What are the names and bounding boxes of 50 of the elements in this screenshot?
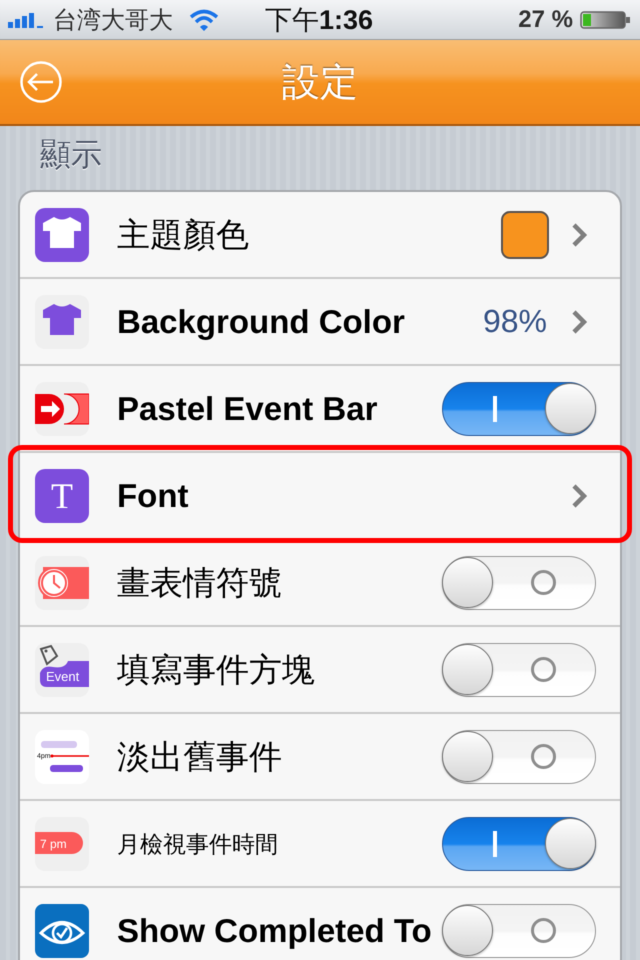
row-value: 98% (482, 303, 547, 340)
clock-time: 下午1:36 (264, 4, 374, 36)
row-label: 主題顏色 (117, 218, 250, 250)
toggle-switch[interactable] (442, 816, 596, 870)
toggle-switch[interactable] (442, 556, 596, 610)
t-shirt-icon (35, 294, 89, 348)
bar-icon (492, 830, 496, 856)
settings-row[interactable]: Show Completed To (20, 886, 620, 960)
settings-row[interactable]: 畫表情符號 (20, 538, 620, 625)
ring-icon (531, 918, 556, 943)
time-pill-icon: 7 pm (35, 816, 89, 870)
ring-icon (531, 657, 556, 682)
toggle-switch[interactable] (442, 642, 596, 696)
ring-icon (531, 744, 556, 769)
bar-icon (492, 396, 496, 422)
settings-row[interactable]: Background Color 98% (20, 277, 620, 364)
battery-icon (580, 10, 630, 28)
row-label: 填寫事件方塊 (117, 654, 316, 686)
row-label: Show Completed To (117, 914, 433, 946)
row-label: 淡出舊事件 (117, 740, 283, 772)
event-tag-icon: Event (35, 642, 89, 696)
settings-row[interactable]: Pastel Event Bar (20, 364, 620, 451)
row-label: Font (117, 480, 190, 512)
row-label: 畫表情符號 (117, 566, 283, 598)
row-label: 月檢視事件時間 (117, 830, 279, 856)
settings-row[interactable]: 7 pm 月檢視事件時間 (20, 799, 620, 886)
toggle-switch[interactable] (442, 382, 596, 436)
t-shirt-icon (35, 208, 89, 262)
eye-check-icon (35, 904, 89, 958)
arrow-block-icon (35, 382, 89, 436)
nav-title: 設定 (282, 60, 358, 106)
section-header: 顯示 (40, 137, 102, 172)
row-label: Background Color (117, 306, 406, 338)
carrier-name: 台湾大哥大 (53, 6, 173, 36)
settings-row[interactable]: 主題顏色 (20, 192, 620, 277)
chevron-icon (571, 482, 587, 508)
clock-icon (35, 556, 89, 610)
settings-row[interactable]: Event 填寫事件方塊 (20, 625, 620, 712)
wifi-icon (189, 8, 219, 30)
settings-row[interactable]: T Font (20, 451, 620, 538)
row-label: Pastel Event Bar (117, 392, 378, 424)
chevron-icon (571, 222, 587, 248)
battery-percent: 27 % (518, 6, 573, 34)
chevron-icon (571, 308, 587, 334)
toggle-switch[interactable] (442, 904, 596, 958)
signal-bars-icon (8, 12, 45, 28)
letter-t-icon: T (35, 468, 89, 522)
toggle-switch[interactable] (442, 730, 596, 784)
back-icon[interactable] (20, 61, 62, 103)
ring-icon (531, 570, 556, 595)
